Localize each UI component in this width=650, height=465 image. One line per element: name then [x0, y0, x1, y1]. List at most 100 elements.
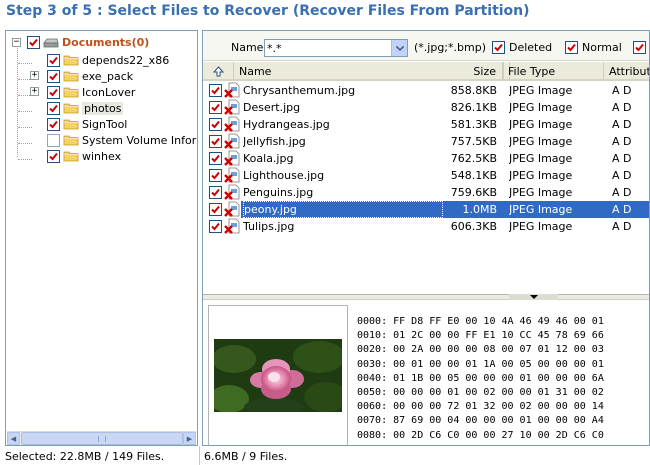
column-header-file-type[interactable]: File Type [503, 62, 604, 80]
file-checkbox[interactable] [209, 135, 222, 148]
file-type: JPEG Image [509, 203, 573, 216]
folder-icon [60, 150, 82, 162]
name-label: Name: [231, 41, 268, 54]
tree-item[interactable]: photos [47, 100, 124, 116]
file-row[interactable]: Desert.jpg 826.1KB JPEG Image A D [203, 99, 649, 116]
tree-connector [18, 127, 32, 128]
hex-line: 0050: 00 00 00 01 00 02 00 00 01 31 00 0… [357, 387, 604, 399]
scrollbar-thumb[interactable] [21, 432, 183, 445]
up-folder-icon[interactable] [203, 62, 234, 80]
collapse-arrow-icon[interactable] [509, 294, 558, 300]
file-name: Desert.jpg [243, 101, 301, 114]
tree-item[interactable]: System Volume Informat [47, 132, 197, 148]
tree-item-checkbox[interactable] [47, 101, 60, 115]
preview-splitter[interactable] [203, 294, 649, 300]
file-row[interactable]: Penguins.jpg 759.6KB JPEG Image A D [203, 184, 649, 201]
hex-line: 0070: 87 69 00 04 00 00 00 01 00 00 00 A… [357, 415, 604, 427]
file-row[interactable]: peony.jpg 1.0MB JPEG Image A D [203, 201, 649, 218]
extra-filter-checkbox[interactable] [633, 41, 646, 54]
tree-item[interactable]: SignTool [47, 116, 127, 132]
file-checkbox[interactable] [209, 220, 222, 233]
name-filter-combo[interactable] [264, 39, 408, 57]
file-attributes: A D [612, 169, 632, 182]
file-checkbox[interactable] [209, 118, 222, 131]
tree-item-checkbox[interactable] [47, 133, 60, 147]
file-size: 1.0MB [462, 203, 497, 216]
file-checkbox[interactable] [209, 203, 222, 216]
file-attributes: A D [612, 118, 632, 131]
scroll-right-arrow-icon[interactable]: ▶ [183, 432, 196, 445]
file-attributes: A D [612, 135, 632, 148]
file-name: Penguins.jpg [243, 186, 314, 199]
file-type: JPEG Image [509, 169, 573, 182]
hex-line: 0040: 01 1B 00 05 00 00 00 01 00 00 00 6… [357, 372, 604, 384]
status-selected: Selected: 22.8MB / 149 Files. [5, 450, 165, 463]
drive-icon [43, 37, 59, 48]
file-name: Hydrangeas.jpg [243, 118, 330, 131]
file-list-pane: Name: (*.jpg;*.bmp) Deleted Normal Name … [202, 30, 650, 446]
tree-item-checkbox[interactable] [47, 117, 60, 131]
tree-connector [18, 111, 32, 112]
tree-item[interactable]: IconLover [47, 84, 135, 100]
deleted-checkbox[interactable] [492, 41, 505, 54]
file-row[interactable]: Tulips.jpg 606.3KB JPEG Image A D [203, 218, 649, 235]
file-size: 581.3KB [450, 118, 497, 131]
chevron-down-icon[interactable] [391, 40, 407, 56]
status-divider [199, 446, 200, 465]
file-size: 757.5KB [450, 135, 497, 148]
folder-icon [60, 102, 82, 114]
folder-icon [60, 134, 82, 146]
folder-tree[interactable]: − Documents(0) depends22_x86 + exe_pack + Icon… [5, 30, 198, 446]
tree-root-label: Documents(0) [62, 35, 150, 49]
tree-item-checkbox[interactable] [47, 69, 60, 83]
file-checkbox[interactable] [209, 152, 222, 165]
tree-item-label: exe_pack [82, 69, 134, 83]
file-type: JPEG Image [509, 152, 573, 165]
file-row[interactable]: Lighthouse.jpg 548.1KB JPEG Image A D [203, 167, 649, 184]
file-checkbox[interactable] [209, 169, 222, 182]
collapse-icon[interactable]: − [12, 37, 21, 47]
hex-line: 0080: 00 2D C6 C0 00 00 27 10 00 2D C6 C… [357, 429, 604, 441]
tree-root[interactable]: − Documents(0) [12, 34, 149, 50]
expand-icon[interactable]: + [30, 71, 39, 80]
hex-line: 0030: 00 01 00 00 01 1A 00 05 00 00 00 0… [357, 358, 604, 370]
file-row[interactable]: Hydrangeas.jpg 581.3KB JPEG Image A D [203, 116, 649, 133]
deleted-label: Deleted [509, 41, 553, 54]
normal-checkbox[interactable] [565, 41, 578, 54]
tree-connector [18, 143, 32, 144]
tree-item[interactable]: depends22_x86 [47, 52, 169, 68]
tree-item-checkbox[interactable] [47, 85, 60, 99]
file-checkbox[interactable] [209, 101, 222, 114]
file-size: 759.6KB [450, 186, 497, 199]
tree-horizontal-scrollbar[interactable]: ◀ ▶ [7, 431, 196, 445]
file-name: Lighthouse.jpg [243, 169, 325, 182]
name-filter-input[interactable] [267, 41, 387, 55]
file-attributes: A D [612, 152, 632, 165]
file-row[interactable]: Koala.jpg 762.5KB JPEG Image A D [203, 150, 649, 167]
root-checkbox[interactable] [27, 35, 40, 49]
tree-item-label: winhex [82, 149, 122, 163]
preview-area: 0000: FF D8 FF E0 00 10 4A 46 49 46 00 0… [203, 301, 649, 445]
column-header-attribute[interactable]: Attribut [604, 62, 649, 80]
file-row[interactable]: Chrysanthemum.jpg 858.8KB JPEG Image A D [203, 82, 649, 99]
tree-item-label: SignTool [82, 117, 128, 131]
column-header-size[interactable]: Size [443, 62, 503, 80]
expand-icon[interactable]: + [30, 87, 39, 96]
file-checkbox[interactable] [209, 186, 222, 199]
tree-item[interactable]: winhex [47, 148, 121, 164]
image-preview [208, 305, 348, 445]
file-name: Koala.jpg [243, 152, 294, 165]
scroll-left-arrow-icon[interactable]: ◀ [7, 432, 20, 445]
file-size: 826.1KB [450, 101, 497, 114]
tree-item-label: depends22_x86 [82, 53, 170, 67]
file-attributes: A D [612, 186, 632, 199]
file-checkbox[interactable] [209, 84, 222, 97]
tree-item-checkbox[interactable] [47, 53, 60, 67]
tree-item[interactable]: exe_pack [47, 68, 133, 84]
hex-line: 0020: 00 2A 00 00 00 08 00 07 01 12 00 0… [357, 344, 604, 356]
tree-connector [17, 45, 18, 157]
step-title: Step 3 of 5 : Select Files to Recover (R… [6, 3, 530, 19]
hex-line: 0060: 00 00 00 72 01 32 00 02 00 00 00 1… [357, 401, 604, 413]
tree-item-checkbox[interactable] [47, 149, 60, 163]
file-row[interactable]: Jellyfish.jpg 757.5KB JPEG Image A D [203, 133, 649, 150]
